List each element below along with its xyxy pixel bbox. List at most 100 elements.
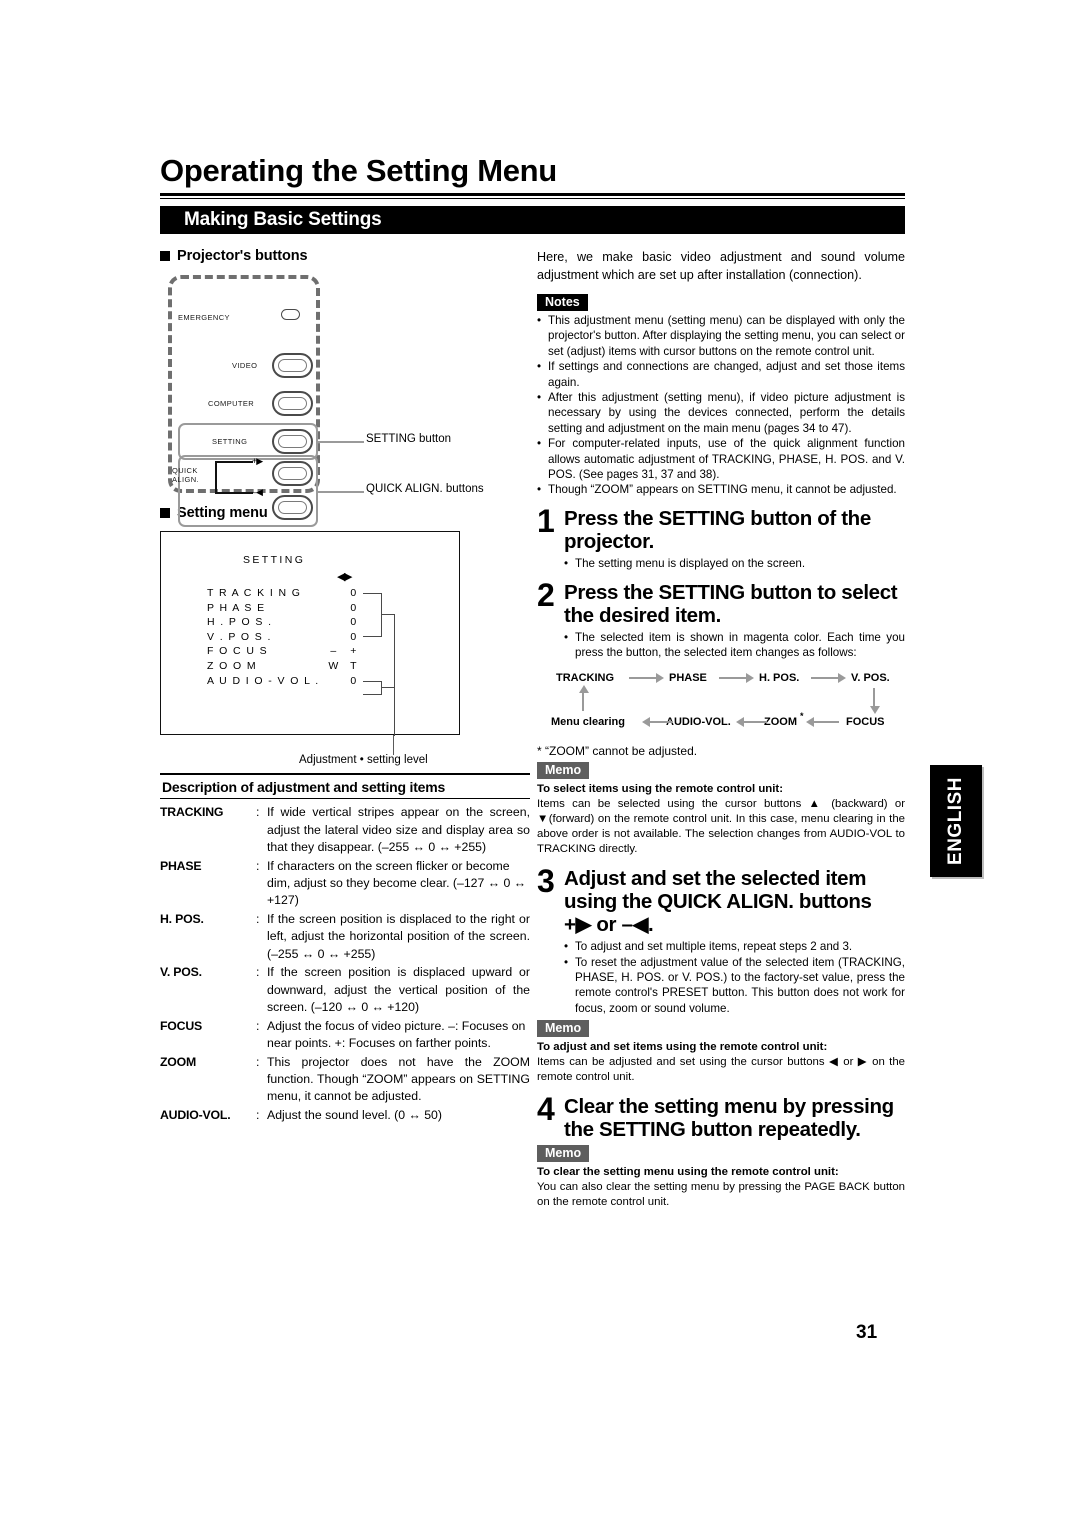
bracket2-bottom-arm bbox=[363, 694, 382, 696]
memo-badge-3: Memo bbox=[537, 1144, 590, 1162]
projector-panel-diagram: EMERGENCY VIDEO COMPUTER SETTING QUICK A… bbox=[160, 275, 530, 527]
setting-button[interactable] bbox=[272, 429, 313, 454]
quick-align-stem-bottom bbox=[215, 492, 253, 494]
bracket2-stub bbox=[381, 687, 395, 689]
menu-row-name: F O C U S bbox=[207, 645, 269, 658]
step-bullet: To adjust and set multiple items, repeat… bbox=[564, 939, 905, 955]
quick-label-line2: ALIGN. bbox=[172, 474, 199, 484]
projector-buttons-heading: Projector's buttons bbox=[160, 248, 530, 264]
flow-arrow-line-up bbox=[582, 691, 585, 711]
description-body: Adjust the focus of video picture. –: Fo… bbox=[267, 1018, 526, 1051]
screen-caption-area: Adjustment • setting level bbox=[160, 735, 530, 766]
step-bullet: The setting menu is displayed on the scr… bbox=[564, 556, 905, 572]
cursor-arrows-icon: ◀▶ bbox=[337, 571, 352, 583]
step-3-title-line3: +▶ or –◀. bbox=[564, 912, 654, 936]
language-side-tab: ENGLISH bbox=[930, 765, 982, 877]
zoom-footnote: * “ZOOM” cannot be adjusted. bbox=[537, 743, 698, 758]
quick-align-plus-arrow-icon: +▶ bbox=[252, 456, 263, 466]
flow-arrowhead-up bbox=[578, 684, 589, 693]
description-term: PHASE bbox=[160, 858, 202, 873]
computer-button[interactable] bbox=[272, 391, 313, 416]
description-colon: : bbox=[256, 965, 260, 980]
caption-leader-line bbox=[393, 735, 395, 755]
computer-label: COMPUTER bbox=[208, 399, 255, 408]
description-body: If wide vertical stripes appear on the s… bbox=[267, 805, 530, 855]
flow-label-vpos: V. POS. bbox=[851, 671, 890, 684]
quick-callout-line bbox=[318, 491, 364, 493]
projector-buttons-heading-label: Projector's buttons bbox=[177, 248, 308, 264]
bullet-square-icon bbox=[160, 508, 170, 518]
description-term: FOCUS bbox=[160, 1018, 203, 1033]
document-page: Operating the Setting Menu Making Basic … bbox=[0, 0, 1080, 1528]
flow-arrowhead-down bbox=[869, 705, 880, 714]
flow-arrowhead-left-3 bbox=[806, 717, 814, 728]
description-colon: : bbox=[256, 805, 260, 820]
flow-label-audio-vol: AUDIO-VOL. bbox=[666, 715, 731, 728]
description-term: V. POS. bbox=[160, 965, 202, 980]
bracket-stub bbox=[381, 614, 395, 616]
flow-arrow-line-4 bbox=[649, 720, 673, 724]
quick-callout-text: QUICK ALIGN. buttons bbox=[366, 483, 484, 495]
menu-row: T R A C K I N G 0 bbox=[207, 587, 447, 602]
memo-badge-2: Memo bbox=[537, 1020, 590, 1038]
description-row: TRACKING : If wide vertical stripes appe… bbox=[160, 804, 530, 856]
quick-align-plus-button[interactable] bbox=[272, 461, 313, 486]
menu-row: P H A S E 0 bbox=[207, 602, 447, 617]
note-item: This adjustment menu (setting menu) can … bbox=[537, 313, 905, 359]
flow-label-tracking: TRACKING bbox=[556, 671, 615, 684]
description-colon: : bbox=[256, 1107, 260, 1122]
emergency-led-icon bbox=[281, 309, 300, 320]
memo-1-heading: To select items using the remote control… bbox=[537, 782, 783, 795]
memo-2-body: Items can be adjusted and set using the … bbox=[537, 1056, 905, 1084]
video-button[interactable] bbox=[272, 353, 313, 378]
flow-arrow-line-2 bbox=[719, 676, 747, 680]
description-colon: : bbox=[256, 1054, 260, 1069]
notes-badge: Notes bbox=[537, 294, 588, 311]
step-bullet: The selected item is shown in magenta co… bbox=[564, 630, 905, 661]
section-bar: Making Basic Settings bbox=[160, 206, 905, 234]
step-3-title: Adjust and set the selected item using t… bbox=[564, 867, 905, 936]
notes-list: This adjustment menu (setting menu) can … bbox=[537, 313, 905, 498]
description-term: ZOOM bbox=[160, 1054, 197, 1069]
description-row: FOCUS : Adjust the focus of video pictur… bbox=[160, 1018, 530, 1053]
step-3-title-line1: Adjust and set the selected item bbox=[564, 866, 867, 890]
description-colon: : bbox=[256, 858, 260, 873]
menu-row-value2: 0 bbox=[350, 674, 358, 687]
step-3-bullets: To adjust and set multiple items, repeat… bbox=[564, 939, 905, 1016]
description-title: Description of adjustment and setting it… bbox=[162, 778, 446, 795]
menu-row: A U D I O - V O L . 0 bbox=[207, 675, 447, 690]
quick-align-minus-button[interactable] bbox=[272, 495, 313, 520]
flow-arrow-line-6 bbox=[813, 720, 839, 724]
emergency-label: EMERGENCY bbox=[178, 313, 230, 322]
menu-row-value2: + bbox=[350, 645, 358, 658]
flow-label-zoom: ZOOM bbox=[764, 715, 797, 728]
description-row: H. POS. : If the screen position is disp… bbox=[160, 911, 530, 963]
intro-paragraph: Here, we make basic video adjustment and… bbox=[537, 250, 905, 282]
flow-arrowhead-right-3 bbox=[838, 673, 846, 684]
step-2-bullets: The selected item is shown in magenta co… bbox=[564, 630, 905, 661]
right-column: Here, we make basic video adjustment and… bbox=[537, 248, 905, 1210]
description-body: If characters on the screen flicker or b… bbox=[267, 858, 527, 908]
selection-order-flow-diagram: TRACKING PHASE H. POS. V. POS. Menu clea… bbox=[551, 670, 911, 742]
description-body: If the screen position is displaced upwa… bbox=[267, 965, 530, 1015]
title-block: Operating the Setting Menu bbox=[160, 154, 905, 199]
step-3: 3 Adjust and set the selected item using… bbox=[537, 862, 905, 1017]
flow-arrowhead-left-2 bbox=[736, 717, 744, 728]
step-3-title-line2: using the QUICK ALIGN. buttons bbox=[564, 889, 872, 913]
note-item: Though “ZOOM” appears on SETTING menu, i… bbox=[537, 482, 905, 498]
step-3-number: 3 bbox=[537, 862, 555, 899]
description-term: H. POS. bbox=[160, 911, 204, 926]
menu-row-name: H . P O S . bbox=[207, 616, 273, 629]
setting-menu-screen: SETTING ◀▶ T R A C K I N G 0 P H A S E 0… bbox=[160, 531, 460, 736]
left-column: Projector's buttons EMERGENCY VIDEO COMP… bbox=[160, 248, 530, 1125]
description-body: Adjust the sound level. (0 ↔ 50) bbox=[267, 1107, 442, 1122]
step-1-bullets: The setting menu is displayed on the scr… bbox=[564, 556, 905, 572]
step-2-title: Press the SETTING button to select the d… bbox=[564, 580, 898, 627]
video-label: VIDEO bbox=[232, 361, 258, 370]
note-item: For computer-related inputs, use of the … bbox=[537, 436, 905, 482]
description-table: Description of adjustment and setting it… bbox=[160, 773, 530, 1124]
memo-3-heading: To clear the setting menu using the remo… bbox=[537, 1165, 839, 1178]
quick-align-stem-vertical bbox=[215, 461, 217, 494]
language-side-tab-label: ENGLISH bbox=[945, 777, 966, 865]
menu-row: H . P O S . 0 bbox=[207, 616, 447, 631]
